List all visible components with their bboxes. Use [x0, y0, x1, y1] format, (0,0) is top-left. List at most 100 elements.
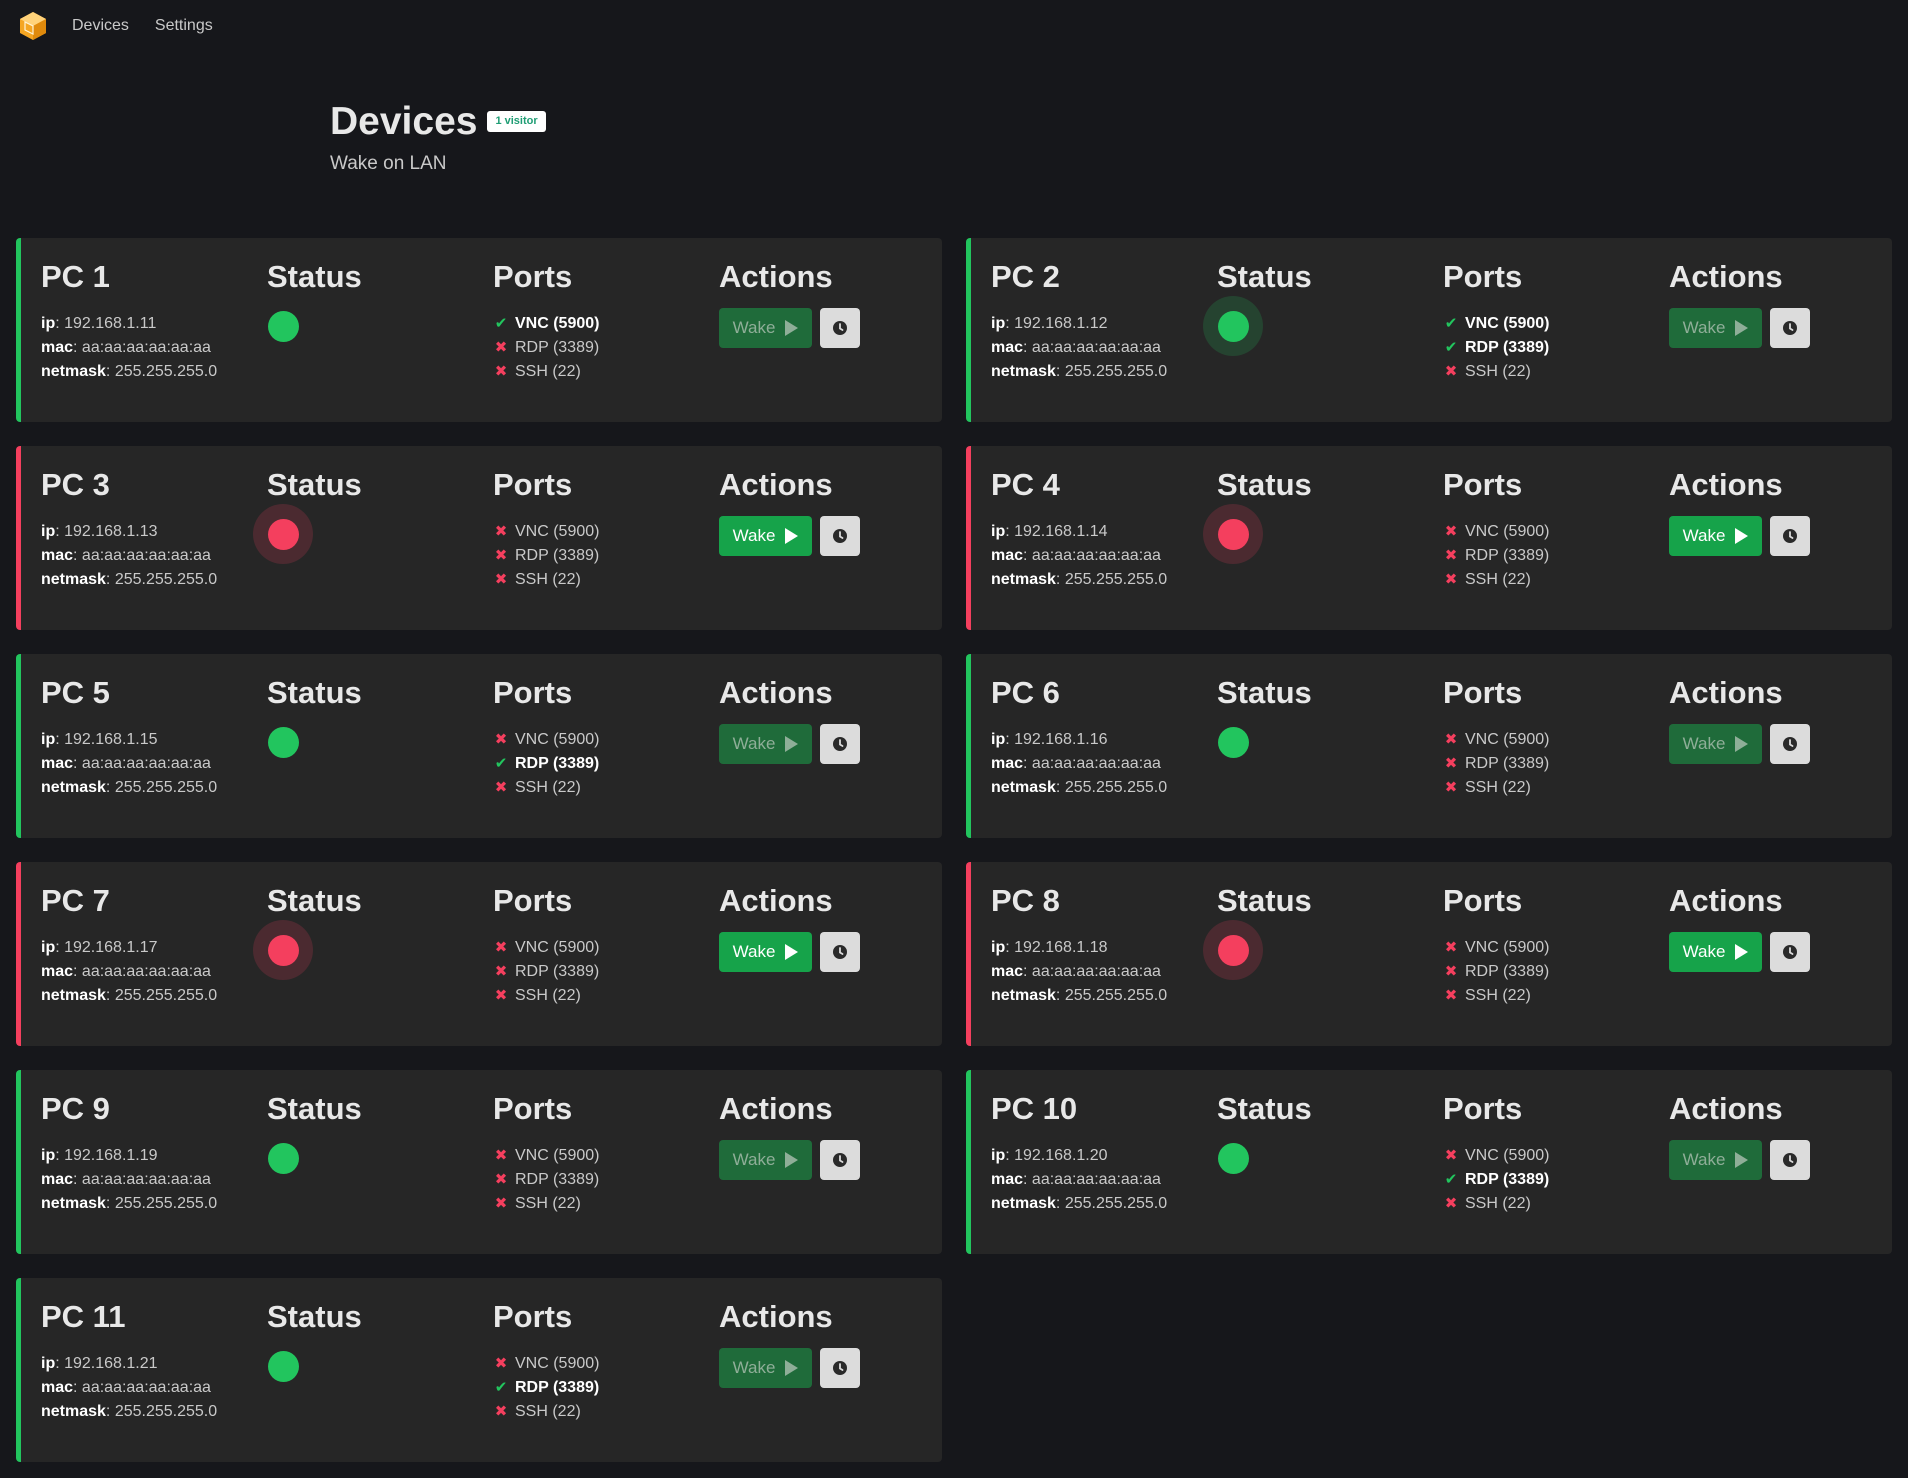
status-heading: Status: [267, 675, 362, 710]
actions-heading: Actions: [1669, 675, 1783, 710]
netmask-label: netmask: [41, 1195, 106, 1213]
clock-icon: [833, 945, 847, 960]
actions-column: Actions Wake: [719, 1299, 945, 1462]
visitor-count-badge: 1 visitor: [487, 111, 546, 132]
port-item: ✔ RDP (3389): [1443, 336, 1669, 360]
status-column: Status: [267, 259, 493, 422]
cube-logo-icon[interactable]: [18, 11, 48, 41]
ports-column: Ports ✔ VNC (5900) ✖ RDP (3389) ✖ SSH (2…: [493, 259, 719, 422]
wake-button[interactable]: Wake: [1669, 308, 1762, 349]
device-mac: mac: aa:aa:aa:aa:aa:aa: [991, 1171, 1161, 1189]
wake-button[interactable]: Wake: [719, 516, 812, 557]
clock-icon: [833, 529, 847, 544]
port-item: ✖ SSH (22): [1443, 1192, 1669, 1216]
port-item: ✔ VNC (5900): [1443, 312, 1669, 336]
wake-button[interactable]: Wake: [1669, 1140, 1762, 1181]
port-label: SSH (22): [1465, 779, 1531, 797]
clock-icon: [1783, 529, 1797, 544]
actions-heading: Actions: [719, 1299, 833, 1334]
wake-button[interactable]: Wake: [1669, 516, 1762, 557]
wake-button[interactable]: Wake: [719, 932, 812, 973]
check-icon: ✔: [1444, 339, 1458, 357]
port-item: ✔ RDP (3389): [493, 1376, 719, 1400]
play-icon: [1735, 944, 1749, 961]
mac-label: mac: [41, 755, 74, 773]
ip-label: ip: [991, 315, 1006, 333]
ports-column: Ports ✖ VNC (5900) ✔ RDP (3389) ✖ SSH (2…: [1443, 1091, 1669, 1254]
schedule-button[interactable]: [1770, 516, 1810, 557]
play-icon: [1735, 1152, 1749, 1169]
device-actions: Wake: [719, 932, 945, 973]
port-label: RDP (3389): [1465, 339, 1550, 357]
device-info-column: PC 11 ip: 192.168.1.21 mac: aa:aa:aa:aa:…: [41, 1299, 267, 1462]
wake-button[interactable]: Wake: [719, 1348, 812, 1389]
ip-label: ip: [991, 523, 1006, 541]
wake-button[interactable]: Wake: [719, 1140, 812, 1181]
device-netmask: netmask: 255.255.255.0: [991, 779, 1168, 797]
wake-button[interactable]: Wake: [1669, 932, 1762, 973]
status-heading: Status: [1217, 883, 1312, 918]
ports-column: Ports ✖ VNC (5900) ✖ RDP (3389) ✖ SSH (2…: [493, 883, 719, 1046]
nav-link-devices[interactable]: Devices: [72, 17, 129, 35]
actions-column: Actions Wake: [719, 675, 945, 838]
netmask-value: 255.255.255.0: [1064, 779, 1168, 797]
schedule-button[interactable]: [1770, 1140, 1810, 1181]
status-column: Status: [253, 883, 493, 1046]
clock-icon: [1783, 1153, 1797, 1168]
schedule-button[interactable]: [820, 1140, 860, 1181]
netmask-value: 255.255.255.0: [114, 1403, 218, 1421]
clock-icon: [833, 321, 847, 336]
nav-link-settings[interactable]: Settings: [155, 17, 213, 35]
wake-button[interactable]: Wake: [719, 724, 812, 765]
schedule-button[interactable]: [820, 932, 860, 973]
cross-icon: ✖: [494, 547, 508, 565]
ip-value: 192.168.1.18: [1014, 939, 1108, 957]
device-card: PC 2 ip: 192.168.1.12 mac: aa:aa:aa:aa:a…: [966, 238, 1892, 422]
schedule-button[interactable]: [820, 516, 860, 557]
schedule-button[interactable]: [1770, 932, 1810, 973]
device-mac: mac: aa:aa:aa:aa:aa:aa: [41, 755, 211, 773]
ports-heading: Ports: [1443, 467, 1523, 502]
ip-value: 192.168.1.15: [64, 731, 158, 749]
ports-column: Ports ✖ VNC (5900) ✔ RDP (3389) ✖ SSH (2…: [493, 1299, 719, 1462]
device-actions: Wake: [1669, 1140, 1895, 1181]
status-heading: Status: [267, 259, 362, 294]
cross-icon: ✖: [494, 1147, 508, 1165]
actions-heading: Actions: [719, 883, 833, 918]
device-grid: PC 1 ip: 192.168.1.11 mac: aa:aa:aa:aa:a…: [16, 238, 1892, 1462]
schedule-button[interactable]: [820, 724, 860, 765]
schedule-button[interactable]: [820, 1348, 860, 1389]
device-name: PC 6: [991, 675, 1060, 710]
status-heading: Status: [1217, 259, 1312, 294]
actions-heading: Actions: [719, 259, 833, 294]
schedule-button[interactable]: [1770, 308, 1810, 349]
schedule-button[interactable]: [820, 308, 860, 349]
port-item: ✖ SSH (22): [1443, 984, 1669, 1008]
wake-button[interactable]: Wake: [1669, 724, 1762, 765]
ip-value: 192.168.1.11: [64, 315, 157, 333]
port-item: ✖ VNC (5900): [1443, 728, 1669, 752]
port-item: ✖ SSH (22): [493, 568, 719, 592]
wake-label: Wake: [732, 318, 776, 338]
port-item: ✖ SSH (22): [493, 360, 719, 384]
play-icon: [1735, 736, 1749, 753]
netmask-value: 255.255.255.0: [114, 571, 218, 589]
wake-button[interactable]: Wake: [719, 308, 812, 349]
device-actions: Wake: [1669, 516, 1895, 557]
status-indicator: [1203, 712, 1263, 772]
cross-icon: ✖: [494, 363, 508, 381]
port-label: RDP (3389): [515, 339, 600, 357]
ip-label: ip: [991, 1147, 1006, 1165]
schedule-button[interactable]: [1770, 724, 1810, 765]
ip-value: 192.168.1.12: [1014, 315, 1108, 333]
device-name: PC 5: [41, 675, 110, 710]
port-item: ✖ SSH (22): [493, 1192, 719, 1216]
device-info-column: PC 2 ip: 192.168.1.12 mac: aa:aa:aa:aa:a…: [991, 259, 1217, 422]
cross-icon: ✖: [494, 1403, 508, 1421]
device-name: PC 8: [991, 883, 1060, 918]
netmask-label: netmask: [991, 363, 1056, 381]
device-mac: mac: aa:aa:aa:aa:aa:aa: [41, 339, 211, 357]
mac-label: mac: [41, 1171, 74, 1189]
status-indicator: [253, 712, 313, 772]
device-name: PC 2: [991, 259, 1060, 294]
